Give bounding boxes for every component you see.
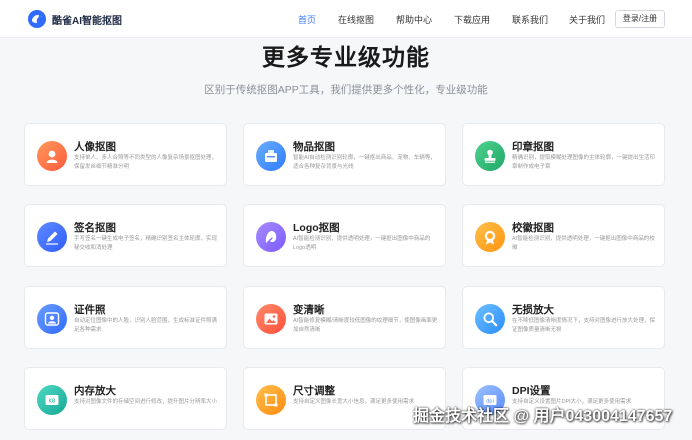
feature-card-object[interactable]: 物品抠图 智能AI自动检测识别轮廓，一键抠出商品、宠物、车辆等，适合各种复杂背景… — [243, 123, 446, 186]
brand-name[interactable]: 酷雀AI智能抠图 — [52, 12, 122, 27]
feature-card-id-photo[interactable]: 证件照 自动定位图像中的人脸，识别人脸范围，生成标准证件照满足各种需求 — [24, 286, 227, 349]
svg-text:KB: KB — [49, 398, 56, 404]
feature-title: 签名抠图 — [74, 222, 116, 234]
feature-desc: AI智能检测识别，提供透明处理，一键抠出图像中商品的Logo透明 — [293, 236, 431, 251]
feature-title: Logo抠图 — [293, 222, 340, 234]
stamp-icon — [475, 141, 505, 171]
watermark-text: 掘金技术社区 @ 用户043004147657 — [413, 408, 673, 425]
nav-home[interactable]: 首页 — [298, 13, 316, 26]
feature-title: 物品抠图 — [293, 141, 335, 153]
feature-desc: 精确识别，提取模糊处理图像的主体轮廓，一键提出生活印章制作成电子章 — [512, 155, 656, 170]
feature-title: 尺寸调整 — [293, 385, 335, 397]
feature-card-portrait[interactable]: 人像抠图 支持单人、多人合照等不同类型的人像复杂场景抠图处理，保留发丝细节精准分… — [24, 123, 227, 186]
feature-title: 印章抠图 — [512, 141, 554, 153]
feature-card-memory-zoom[interactable]: KB 内存放大 支持对图像文件的存储空间进行修改，提升图片分辨率大小 — [24, 367, 227, 430]
feature-desc: 自动定位图像中的人脸，识别人脸范围，生成标准证件照满足各种需求 — [74, 318, 218, 333]
feature-desc: 智能AI自动检测识别轮廓，一键抠出商品、宠物、车辆等，适合各种复杂背景与光线 — [293, 155, 436, 170]
feature-card-enhance[interactable]: 变清晰 AI智能修复模糊/清晰度较低图像的纹理细节，使图像画面更加自然清晰 — [243, 286, 446, 349]
badge-icon — [475, 222, 505, 252]
feature-desc: 在不降低图像清晰度情况下，支持对图像进行放大处理，保证图像质量清晰无损 — [512, 318, 656, 333]
nav-help-center[interactable]: 帮助中心 — [396, 13, 432, 26]
feature-title: 内存放大 — [74, 385, 116, 397]
feature-title: 无损放大 — [512, 304, 554, 316]
feature-title: 校徽抠图 — [512, 222, 554, 234]
feature-desc: AI智能检测识别，提供透明处理，一键抠出图像中商品的校徽 — [512, 236, 655, 251]
login-register-button[interactable]: 登录/注册 — [615, 10, 665, 28]
enhance-icon — [256, 304, 286, 334]
id-photo-icon — [37, 304, 67, 334]
object-icon — [256, 141, 286, 171]
nav-download-app[interactable]: 下载应用 — [454, 13, 490, 26]
brand-logo-icon[interactable] — [27, 9, 47, 29]
resize-icon — [256, 385, 286, 415]
feature-title: 人像抠图 — [74, 141, 116, 153]
feature-card-badge[interactable]: 校徽抠图 AI智能检测识别，提供透明处理，一键抠出图像中商品的校徽 — [462, 204, 665, 267]
feature-title: 变清晰 — [293, 304, 325, 316]
section-title: 更多专业级功能 — [262, 44, 430, 70]
nav-online-cutout[interactable]: 在线抠图 — [338, 13, 374, 26]
feature-title: DPI设置 — [512, 385, 551, 397]
feature-title: 证件照 — [74, 304, 106, 316]
portrait-icon — [37, 141, 67, 171]
feature-card-signature[interactable]: 签名抠图 手写签名一键生成电子签名，精确识别签名主体轮廓，实现秘交收和消处理 — [24, 204, 227, 267]
feature-card-logo[interactable]: Logo抠图 AI智能检测识别，提供透明处理，一键抠出图像中商品的Logo透明 — [243, 204, 446, 267]
feature-card-lossless-zoom[interactable]: 无损放大 在不降低图像清晰度情况下，支持对图像进行放大处理，保证图像质量清晰无损 — [462, 286, 665, 349]
nav-contact-us[interactable]: 联系我们 — [512, 13, 548, 26]
feature-desc: 手写签名一键生成电子签名，精确识别签名主体轮廓，实现秘交收和消处理 — [74, 236, 218, 251]
signature-icon — [37, 222, 67, 252]
zoom-icon — [475, 304, 505, 334]
feature-card-stamp[interactable]: 印章抠图 精确识别，提取模糊处理图像的主体轮廓，一键提出生活印章制作成电子章 — [462, 123, 665, 186]
section-subtitle: 区别于传统抠图APP工具，我们提供更多个性化，专业级功能 — [204, 84, 488, 96]
feature-desc: 支持单人、多人合照等不同类型的人像复杂场景抠图处理，保留发丝细节精准分明 — [74, 155, 218, 170]
memory-icon: KB — [37, 385, 67, 415]
feature-desc: AI智能修复模糊/清晰度较低图像的纹理细节，使图像画面更加自然清晰 — [293, 318, 438, 333]
nav-about-us[interactable]: 关于我们 — [569, 13, 605, 26]
logo-icon — [256, 222, 286, 252]
top-header: 酷雀AI智能抠图 首页 在线抠图 帮助中心 下载应用 联系我们 关于我们 登录/… — [0, 0, 692, 38]
feature-desc: 支持对图像文件的存储空间进行修改，提升图片分辨率大小 — [74, 399, 218, 405]
